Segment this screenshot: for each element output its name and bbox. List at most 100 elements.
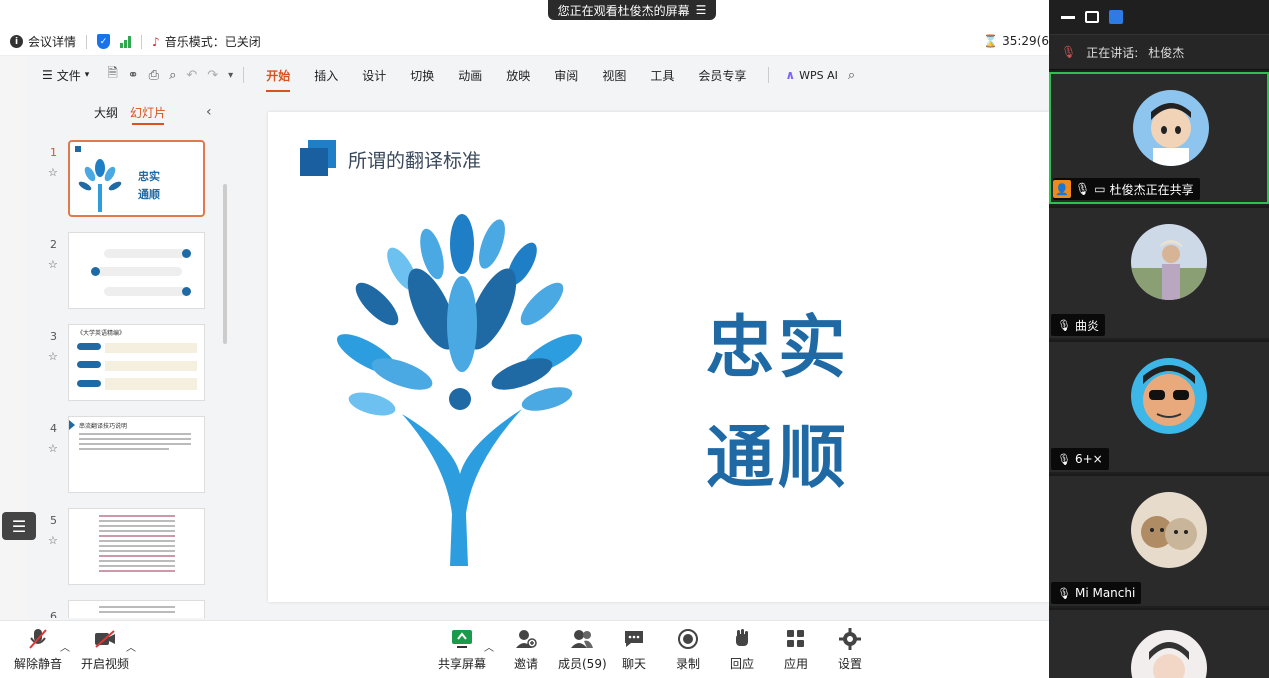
- star-icon[interactable]: ☆: [48, 258, 58, 271]
- star-icon[interactable]: ☆: [48, 350, 58, 363]
- minimize-icon[interactable]: [1061, 15, 1075, 19]
- mini-text-1: 忠实: [138, 170, 160, 183]
- star-icon[interactable]: ☆: [48, 166, 58, 179]
- meeting-timer: ⌛ 35:29(6: [983, 34, 1049, 48]
- mini-line: [99, 520, 175, 522]
- wps-ai-button[interactable]: ∧ WPS AI: [785, 68, 838, 82]
- tab-slideshow[interactable]: 放映: [506, 67, 530, 84]
- collapse-chevron-icon[interactable]: ‹: [206, 104, 212, 120]
- ribbon-toolbar: ☰ 文件 ▾ 🗎 ⚭ ⎙ ⌕ ↶ ↷ ▾ 开始 插入 设计 切换 动画 放映 审…: [28, 56, 1049, 94]
- shield-icon: ✓: [97, 34, 111, 49]
- members-button[interactable]: 成员(59): [558, 627, 607, 672]
- start-video-button[interactable]: 开启视频: [81, 627, 129, 672]
- network-indicator[interactable]: [120, 35, 132, 48]
- tab-insert[interactable]: 插入: [314, 67, 338, 84]
- unmute-button[interactable]: 解除静音: [14, 627, 62, 672]
- slide-thumb-6[interactable]: 6: [28, 600, 233, 618]
- link-icon[interactable]: ⚭: [128, 68, 139, 83]
- man-photo-avatar-icon: [1131, 630, 1207, 678]
- redo-icon[interactable]: ↷: [207, 68, 218, 83]
- security-indicator[interactable]: ✓: [97, 34, 111, 49]
- chevron-up-icon[interactable]: ︿: [126, 639, 136, 654]
- current-slide[interactable]: 所谓的翻译标准 忠实 通顺: [268, 112, 1049, 602]
- mini-line: [99, 515, 175, 517]
- mini-pill: [77, 380, 101, 387]
- tab-animation[interactable]: 动画: [458, 67, 482, 84]
- thumbnail-image: 《大学英语精编》: [68, 324, 205, 401]
- more-chevron-icon[interactable]: ▾: [228, 70, 233, 81]
- slide-thumb-4[interactable]: 4 ☆ 串流翻译技巧说明: [28, 416, 233, 496]
- muted-mic-icon: 🎙: [1057, 586, 1071, 600]
- tab-review[interactable]: 审阅: [554, 67, 578, 84]
- screen-share-banner[interactable]: 您正在观看杜俊杰的屏幕 ☰: [548, 0, 716, 20]
- search-icon[interactable]: ⌕: [848, 68, 855, 83]
- save-icon[interactable]: 🗎: [107, 64, 117, 86]
- undo-icon[interactable]: ↶: [186, 68, 197, 83]
- apps-button[interactable]: 应用: [784, 627, 808, 672]
- slide-editor-canvas: 所谓的翻译标准 忠实 通顺: [233, 94, 1049, 620]
- slide-thumb-1[interactable]: 1 ☆ 忠实 通顺: [28, 140, 233, 220]
- slide-number: 5: [50, 514, 57, 527]
- tab-transition[interactable]: 切换: [410, 67, 434, 84]
- participant-label: 🎙 Mi Manchi: [1051, 582, 1142, 604]
- participant-tile[interactable]: 🎙 6+×: [1049, 340, 1269, 472]
- slide-thumb-5[interactable]: 5 ☆: [28, 508, 233, 588]
- meeting-details-button[interactable]: i 会议详情: [10, 33, 76, 50]
- music-mode-toggle[interactable]: ♪ 音乐模式：已关闭: [152, 33, 261, 50]
- star-icon[interactable]: ☆: [48, 534, 58, 547]
- participant-tile[interactable]: [1049, 608, 1269, 678]
- invite-button[interactable]: 邀请: [514, 627, 538, 672]
- preview-icon[interactable]: ⌕: [169, 68, 176, 83]
- chat-button[interactable]: 聊天: [622, 627, 646, 672]
- tab-view[interactable]: 视图: [602, 67, 626, 84]
- slide-thumb-3[interactable]: 3 ☆ 《大学英语精编》: [28, 324, 233, 404]
- chevron-up-icon[interactable]: ︿: [60, 639, 70, 654]
- share-banner-text: 您正在观看杜俊杰的屏幕: [557, 3, 690, 18]
- tab-member[interactable]: 会员专享: [698, 67, 746, 84]
- hand-icon: [730, 627, 754, 651]
- menu-icon: ☰: [42, 68, 53, 82]
- participant-tile[interactable]: 🎙 Mi Manchi: [1049, 474, 1269, 606]
- avatar: [1131, 224, 1207, 300]
- meeting-details-label: 会议详情: [28, 35, 77, 49]
- members-label: 成员(59): [558, 657, 607, 671]
- mini-line: [99, 565, 175, 567]
- slide-thumb-2[interactable]: 2 ☆: [28, 232, 233, 312]
- current-speaker-bar: 🎙 正在讲话: 杜俊杰: [1049, 34, 1269, 70]
- tab-design[interactable]: 设计: [362, 67, 386, 84]
- mini-text-block: [105, 378, 197, 390]
- mini-logo: [75, 146, 81, 152]
- slide-heading-1: 忠实: [706, 308, 851, 388]
- mini-text-2: 通顺: [138, 188, 160, 201]
- mini-line: [79, 448, 169, 450]
- share-screen-button[interactable]: 共享屏幕: [438, 627, 486, 672]
- participant-label: 👤 🎙 ▭ 杜俊杰正在共享: [1053, 178, 1200, 200]
- thumbnail-image: [68, 508, 205, 585]
- print-icon[interactable]: ⎙: [149, 68, 159, 83]
- participant-panel: 🎙 正在讲话: 杜俊杰 👤 🎙 ▭ 杜俊杰正在共享 🎙 曲炎 🎙 6+× 🎙 M…: [1049, 0, 1269, 678]
- tab-home[interactable]: 开始: [266, 67, 291, 92]
- woman-photo-avatar-icon: [1131, 224, 1207, 300]
- mini-line: [79, 443, 191, 445]
- participant-name: 曲炎: [1074, 318, 1099, 333]
- tab-outline[interactable]: 大纲: [94, 104, 118, 121]
- file-menu[interactable]: ☰ 文件 ▾: [42, 67, 89, 84]
- participant-tile[interactable]: 👤 🎙 ▭ 杜俊杰正在共享: [1049, 72, 1269, 204]
- chevron-up-icon[interactable]: ︿: [484, 639, 494, 654]
- layout-icon[interactable]: [1109, 10, 1123, 24]
- record-button[interactable]: 录制: [676, 627, 700, 672]
- divider: [86, 34, 88, 49]
- slide-number: 6: [50, 610, 57, 618]
- participant-tile[interactable]: 🎙 曲炎: [1049, 206, 1269, 338]
- mini-line: [99, 535, 175, 537]
- list-icon[interactable]: ☰: [696, 3, 707, 17]
- react-button[interactable]: 回应: [730, 627, 754, 672]
- participant-name: 6+×: [1074, 452, 1103, 466]
- star-icon[interactable]: ☆: [48, 442, 58, 455]
- list-toggle-icon[interactable]: ☰: [2, 512, 36, 540]
- tab-tools[interactable]: 工具: [650, 67, 674, 84]
- tab-slides[interactable]: 幻灯片: [130, 104, 166, 125]
- record-label: 录制: [676, 657, 701, 671]
- settings-button[interactable]: 设置: [838, 627, 862, 672]
- maximize-icon[interactable]: [1085, 11, 1099, 23]
